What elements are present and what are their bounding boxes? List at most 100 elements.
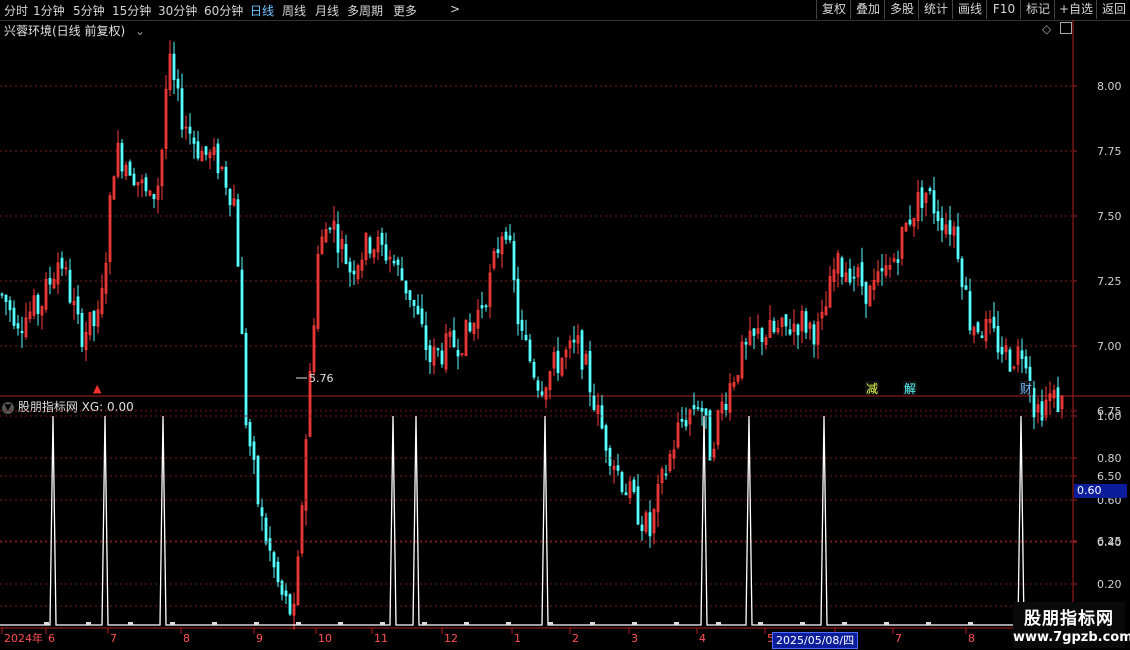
candle-body [760,328,764,343]
event-marker-0: 减 [866,382,878,396]
candle-body [1032,387,1036,418]
candle-body [264,517,268,544]
candle-body [256,455,260,505]
low-label: 5.76 [309,372,334,385]
candle-body [592,395,596,410]
candle-body [632,479,636,493]
candle-body [36,294,40,314]
signal-baseline-dot [338,622,343,625]
signal-baseline-dot [926,622,931,625]
candle-body [980,335,984,338]
candle-body [484,305,488,308]
price-tick-label-0: 8.00 [1097,80,1122,93]
cursor-date-badge: 2025/05/08/四 [772,632,859,649]
candle-body [276,561,280,583]
candle-body [336,224,340,253]
candle-body [280,580,284,595]
candle-body [536,380,540,391]
candle-body [880,268,884,272]
candle-body [188,126,192,134]
signal-baseline-dot [44,622,49,625]
candle-body [436,348,440,351]
candle-body [708,410,712,461]
candle-body [408,290,412,301]
candle-body [968,291,972,331]
candle-body [504,231,508,240]
signal-baseline-dot [422,622,427,625]
indicator-tick-label-0: 1.00 [1097,410,1122,423]
candle-body [16,323,20,329]
x-tick-label-15: 8 [968,632,975,645]
red-event-marker: ▲ [93,382,102,395]
candle-body [540,391,544,396]
candle-body [508,235,512,241]
x-tick-label-14: 7 [895,632,902,645]
candle-body [664,473,668,476]
signal-baseline-dot [674,622,679,625]
candle-body [236,199,240,267]
chart-canvas[interactable]: 8.007.757.507.257.006.756.506.256.008.35… [0,0,1130,650]
watermark-url: www.7gpzb.com [1013,630,1130,645]
indicator-tick-label-1: 0.80 [1097,452,1122,465]
candle-body [152,193,156,200]
candle-body [228,188,232,206]
high-label: 8.35 [180,0,205,2]
event-marker-2: 财 [1020,382,1032,396]
candle-body [908,219,912,225]
candle-body [284,590,288,597]
candle-body [192,137,196,144]
candle-body [260,507,264,517]
candle-body [252,441,256,460]
candle-body [752,328,756,336]
candle-body [268,538,272,551]
candle-body [624,492,628,496]
candle-body [996,325,1000,353]
candle-body [132,173,136,186]
candle-body [648,512,652,537]
candle-body [684,420,688,427]
candle-body [960,258,964,288]
candle-body [248,422,252,447]
signal-line [0,415,1073,626]
candle-body [380,232,384,245]
candle-body [852,276,856,279]
candle-body [516,278,520,325]
x-tick-label-0: 2024年 [4,631,43,645]
candle-body [80,312,84,347]
current-value-badge: 0.60 [1074,484,1127,498]
candle-body [864,281,868,304]
price-tick-label-4: 7.00 [1097,340,1122,353]
candle-body [580,330,584,370]
price-tick-label-1: 7.75 [1097,145,1122,158]
candle-body [400,268,404,281]
signal-baseline-dot [716,622,721,625]
candle-body [180,88,184,130]
candle-body [812,324,816,345]
candle-body [520,319,524,331]
candle-body [224,166,228,188]
price-tick-label-3: 7.25 [1097,275,1122,288]
signal-baseline-dot [842,622,847,625]
candle-body [0,293,4,296]
candle-body [640,524,644,532]
candle-body [620,472,624,493]
candle-body [588,350,592,393]
candle-body [1020,350,1024,359]
indicator-tick-label-3: 0.40 [1097,536,1122,549]
candle-body [368,237,372,254]
candle-body [348,261,352,273]
candle-body [896,259,900,263]
x-tick-label-5: 10 [318,632,332,645]
candle-body [532,361,536,378]
candle-body [848,268,852,283]
candle-body [20,331,24,334]
x-tick-label-1: 6 [48,632,55,645]
signal-baseline-dot [632,622,637,625]
watermark-title: 股朋指标网 [1024,609,1114,629]
signal-baseline-dot [548,622,553,625]
candle-body [512,241,516,281]
candle-body [128,161,132,176]
candle-body [956,226,960,260]
candle-body [120,142,124,172]
candle-body [936,211,940,222]
